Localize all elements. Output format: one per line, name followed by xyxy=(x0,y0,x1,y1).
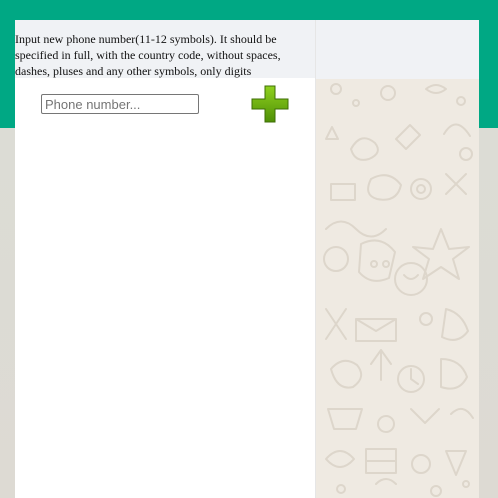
phone-number-input[interactable] xyxy=(41,94,199,114)
chat-header xyxy=(316,20,479,79)
doodle-background xyxy=(323,83,474,497)
instruction-text: Input new phone number(11-12 symbols). I… xyxy=(15,20,315,78)
chat-area xyxy=(316,20,479,498)
add-phone-button[interactable] xyxy=(251,85,289,123)
side-panel: Input new phone number(11-12 symbols). I… xyxy=(15,20,316,498)
plus-icon xyxy=(251,85,289,123)
app-window: Input new phone number(11-12 symbols). I… xyxy=(15,20,479,498)
